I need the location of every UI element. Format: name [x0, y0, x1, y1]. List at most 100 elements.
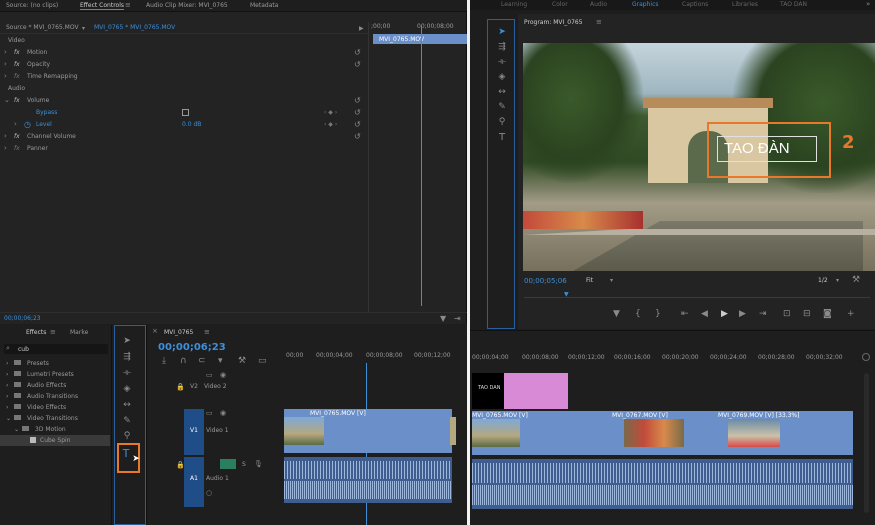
- workspace-tab[interactable]: Color: [552, 1, 568, 8]
- keyframe-nav[interactable]: ‹ ◆ ›: [324, 109, 337, 116]
- play-icon[interactable]: ▶: [721, 310, 728, 319]
- search-input[interactable]: cub: [18, 346, 29, 353]
- mark-in-icon[interactable]: {: [635, 310, 641, 319]
- tab-metadata[interactable]: Metadata: [250, 2, 278, 9]
- step-forward-icon[interactable]: ▶: [739, 310, 746, 319]
- dropdown-caret-icon[interactable]: ▾: [82, 24, 85, 33]
- insert-icon[interactable]: ⊡: [783, 310, 791, 319]
- timeline-ruler-left[interactable]: 00;00 00;00;04;00 00;00;08;00 00;00;12;0…: [284, 349, 467, 365]
- workspace-tab[interactable]: Captions: [682, 1, 708, 8]
- sequence-tab[interactable]: MVI_0765: [164, 329, 193, 336]
- playhead-marker[interactable]: ▼: [564, 290, 569, 299]
- export-frame-icon[interactable]: ◙: [823, 310, 832, 319]
- effect-row[interactable]: › fx Motion ↺: [0, 47, 368, 59]
- tree-item[interactable]: ⌄ 3D Motion: [0, 424, 112, 435]
- track-label-v1[interactable]: V1: [190, 427, 198, 434]
- tab-effects[interactable]: Effects: [26, 329, 46, 336]
- chevron-down-icon[interactable]: ▾: [836, 276, 839, 285]
- play-only-icon[interactable]: ▶: [359, 24, 364, 33]
- add-icon[interactable]: +: [847, 310, 855, 319]
- expand-chevron-icon[interactable]: ›: [4, 72, 7, 81]
- keyframe-icon[interactable]: ○: [206, 489, 212, 498]
- selection-tool-icon[interactable]: ➤: [496, 28, 508, 37]
- program-timecode[interactable]: 00;00;05;06: [524, 277, 567, 285]
- wrench-icon[interactable]: ⚒: [238, 357, 246, 366]
- resolution-select[interactable]: 1/2: [818, 277, 828, 284]
- sync-lock-icon[interactable]: ▭: [206, 409, 213, 418]
- bypass-checkbox[interactable]: [182, 109, 189, 116]
- keyframe-nav[interactable]: ‹ ◆ ›: [324, 121, 337, 128]
- expand-chevron-icon[interactable]: ›: [14, 120, 17, 129]
- menu-icon[interactable]: ≡: [204, 328, 210, 337]
- monitor-scrubber[interactable]: ▼: [524, 290, 870, 299]
- timeline-timecode[interactable]: 00;00;06;23: [158, 342, 226, 353]
- captions-icon[interactable]: ▭: [258, 357, 267, 366]
- insert-nest-icon[interactable]: ⤓: [162, 357, 166, 366]
- level-value[interactable]: 0.0 dB: [182, 121, 201, 128]
- mark-out-icon[interactable]: }: [655, 310, 661, 319]
- sequence-clip-name[interactable]: MVI_0765 * MVI_0765.MOV: [94, 24, 175, 31]
- workspace-tab-active[interactable]: Graphics: [632, 1, 659, 8]
- add-marker-icon[interactable]: ▾: [218, 357, 223, 366]
- tab-audio-clip-mixer[interactable]: Audio Clip Mixer: MVI_0765: [146, 2, 228, 9]
- slip-tool-icon[interactable]: ↔: [121, 401, 133, 410]
- title-text-box[interactable]: TAO ĐÀN: [717, 136, 817, 162]
- menu-icon[interactable]: ≡: [125, 1, 131, 10]
- track-select-tool-icon[interactable]: ⇶: [121, 353, 133, 362]
- linked-selection-icon[interactable]: ⊂: [198, 357, 206, 366]
- close-icon[interactable]: ×: [152, 327, 158, 336]
- timeline-ruler-right[interactable]: 00;00;04;00 00;00;08;00 00;00;12;00 00;0…: [470, 351, 875, 367]
- ripple-edit-tool-icon[interactable]: ⟛: [121, 369, 133, 378]
- razor-tool-icon[interactable]: ◈: [496, 73, 508, 82]
- overwrite-icon[interactable]: ⊟: [803, 310, 811, 319]
- effect-row[interactable]: Bypass ‹ ◆ › ↺: [0, 107, 368, 119]
- source-patch-a1[interactable]: [184, 457, 204, 507]
- chevron-down-icon[interactable]: ▾: [610, 276, 613, 285]
- go-to-in-icon[interactable]: ⇤: [681, 310, 689, 319]
- reset-icon[interactable]: ↺: [354, 96, 361, 105]
- tree-item-selected[interactable]: Cube Spin: [0, 435, 110, 446]
- effects-search[interactable]: ⌕ cub: [4, 344, 108, 354]
- solo-toggle[interactable]: S: [242, 461, 246, 468]
- audio-clip[interactable]: [472, 459, 853, 509]
- tree-item[interactable]: ⌄ Video Transitions: [0, 413, 112, 424]
- track-label-v2[interactable]: V2: [190, 383, 198, 390]
- pen-tool-icon[interactable]: ✎: [496, 103, 508, 112]
- tab-markers[interactable]: Marke: [70, 329, 88, 336]
- stopwatch-icon[interactable]: ◷: [24, 120, 31, 129]
- reset-icon[interactable]: ↺: [354, 60, 361, 69]
- overlay-title-text[interactable]: TAO ĐÀN: [724, 140, 790, 157]
- add-marker-icon[interactable]: ▼: [613, 310, 620, 319]
- expand-chevron-icon[interactable]: ›: [4, 60, 7, 69]
- effect-row[interactable]: › fx Channel Volume ↺: [0, 131, 368, 143]
- razor-tool-icon[interactable]: ◈: [121, 385, 133, 394]
- track-label-a1[interactable]: A1: [190, 475, 198, 482]
- title-clip-pink[interactable]: [504, 373, 568, 409]
- slip-tool-icon[interactable]: ↔: [496, 88, 508, 97]
- ripple-edit-tool-icon[interactable]: ⟛: [496, 58, 508, 67]
- export-icon[interactable]: ⇥: [454, 314, 461, 323]
- scroll-right-icon[interactable]: [862, 353, 870, 361]
- workspace-tab[interactable]: Libraries: [732, 1, 758, 8]
- lock-icon[interactable]: 🔒: [176, 383, 185, 392]
- video-clip[interactable]: MVI_0765.MOV [V]: [284, 409, 456, 453]
- expand-chevron-icon[interactable]: ⌄: [4, 96, 10, 105]
- tree-item[interactable]: › Lumetri Presets: [0, 369, 112, 380]
- ec-clip-bar[interactable]: MVI_0765.MOV: [373, 34, 467, 44]
- tree-item[interactable]: › Audio Effects: [0, 380, 112, 391]
- menu-icon[interactable]: ≡: [596, 18, 602, 27]
- expand-chevron-icon[interactable]: ›: [4, 132, 7, 141]
- go-to-out-icon[interactable]: ⇥: [759, 310, 767, 319]
- workspace-tab[interactable]: TAO DAN: [780, 1, 807, 8]
- eye-icon[interactable]: ◉: [220, 371, 226, 380]
- effect-row[interactable]: › fx Panner: [0, 143, 368, 155]
- tree-item[interactable]: › Video Effects: [0, 402, 112, 413]
- effect-row[interactable]: ⌄ fx Volume ↺: [0, 95, 368, 107]
- workspace-tab[interactable]: Learning: [501, 1, 527, 8]
- track-select-tool-icon[interactable]: ⇶: [496, 43, 508, 52]
- effect-row[interactable]: › fx Time Remapping: [0, 71, 368, 83]
- microphone-icon[interactable]: 🎙: [254, 460, 263, 469]
- ec-timecode[interactable]: 00;00;06;23: [4, 315, 41, 322]
- video-clip[interactable]: MVI_0767.MOV [V]: [602, 411, 708, 455]
- source-clip-name[interactable]: Source * MVI_0765.MOV: [6, 24, 79, 31]
